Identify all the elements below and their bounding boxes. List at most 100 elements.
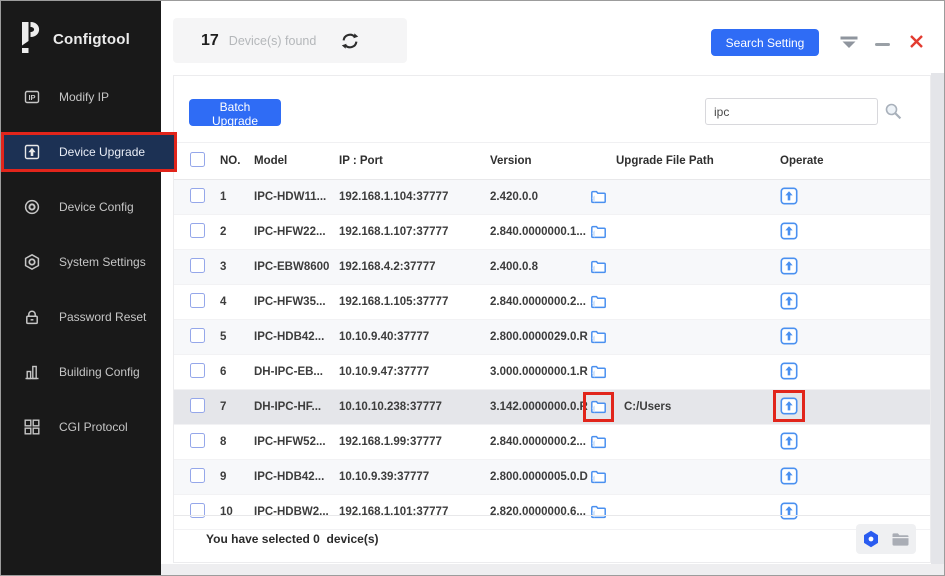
building-config-icon xyxy=(23,363,41,381)
sidebar-item-password-reset[interactable]: Password Reset xyxy=(1,297,161,337)
row-checkbox[interactable] xyxy=(190,433,205,448)
browse-file-button[interactable] xyxy=(590,469,607,485)
table-row[interactable]: 4 IPC-HFW35... 192.168.1.105:37777 2.840… xyxy=(174,285,930,320)
topbar: 17 Device(s) found Search Setting xyxy=(161,1,944,73)
row-ip-port: 10.10.9.39:37777 xyxy=(339,471,490,483)
search-setting-button[interactable]: Search Setting xyxy=(711,29,819,56)
upgrade-device-button[interactable] xyxy=(780,467,798,485)
row-version: 2.400.0.8 xyxy=(490,261,590,273)
browse-file-button[interactable] xyxy=(590,364,607,380)
row-ip-port: 192.168.1.107:37777 xyxy=(339,226,490,238)
row-checkbox[interactable] xyxy=(190,188,205,203)
sidebar-item-modify-ip[interactable]: IP Modify IP xyxy=(1,77,161,117)
search-input[interactable] xyxy=(705,98,878,125)
column-header-model: Model xyxy=(254,155,339,167)
device-config-icon xyxy=(23,198,41,216)
row-number: 4 xyxy=(220,296,254,308)
row-number: 8 xyxy=(220,436,254,448)
table-row[interactable]: 6 DH-IPC-EB... 10.10.9.47:37777 3.000.00… xyxy=(174,355,930,390)
folder-icon[interactable] xyxy=(891,531,910,548)
row-model: IPC-HFW52... xyxy=(254,436,339,448)
upgrade-device-button[interactable] xyxy=(780,222,798,240)
sidebar-item-label: System Settings xyxy=(59,255,146,269)
minimize-icon[interactable] xyxy=(875,43,890,46)
sidebar-nav: IP Modify IP Device Upgrade xyxy=(1,77,161,462)
sidebar-item-building-config[interactable]: Building Config xyxy=(1,352,161,392)
row-number: 5 xyxy=(220,331,254,343)
row-number: 2 xyxy=(220,226,254,238)
browse-file-button[interactable] xyxy=(590,434,607,450)
configtool-window: Configtool IP Modify IP xyxy=(0,0,945,576)
card-footer: You have selected 0 device(s) xyxy=(174,515,930,562)
refresh-icon[interactable] xyxy=(340,31,360,51)
row-checkbox[interactable] xyxy=(190,363,205,378)
table-row[interactable]: 2 IPC-HFW22... 192.168.1.107:37777 2.840… xyxy=(174,215,930,250)
table-row[interactable]: 3 IPC-EBW8600 192.168.4.2:37777 2.400.0.… xyxy=(174,250,930,285)
app-logo: Configtool xyxy=(1,1,161,58)
row-checkbox[interactable] xyxy=(190,223,205,238)
row-ip-port: 192.168.1.104:37777 xyxy=(339,191,490,203)
browse-file-button[interactable] xyxy=(590,329,607,345)
sidebar-item-device-upgrade[interactable]: Device Upgrade xyxy=(1,132,177,172)
browse-file-button[interactable] xyxy=(590,259,607,275)
row-number: 7 xyxy=(220,401,254,413)
table-row[interactable]: 7 DH-IPC-HF... 10.10.10.238:37777 3.142.… xyxy=(174,390,930,425)
row-checkbox[interactable] xyxy=(190,468,205,483)
sidebar-item-system-settings[interactable]: System Settings xyxy=(1,242,161,282)
row-ip-port: 10.10.9.40:37777 xyxy=(339,331,490,343)
system-settings-icon xyxy=(23,253,41,271)
row-model: IPC-HDB42... xyxy=(254,471,339,483)
row-checkbox[interactable] xyxy=(190,258,205,273)
sidebar-item-label: Password Reset xyxy=(59,310,146,324)
app-title: Configtool xyxy=(53,31,130,48)
search-icon[interactable] xyxy=(884,102,903,121)
selection-summary: You have selected 0 device(s) xyxy=(206,532,379,546)
table-row[interactable]: 9 IPC-HDB42... 10.10.9.39:37777 2.800.00… xyxy=(174,460,930,495)
row-version: 2.800.0000029.0.R xyxy=(490,331,590,343)
sidebar-item-label: Device Upgrade xyxy=(59,145,145,159)
upgrade-device-button[interactable] xyxy=(780,187,798,205)
sidebar-item-label: Modify IP xyxy=(59,90,109,104)
row-upgrade-path: C:/Users xyxy=(624,401,671,413)
batch-upgrade-button[interactable]: Batch Upgrade xyxy=(189,99,281,126)
upgrade-device-button[interactable] xyxy=(780,432,798,450)
table-row[interactable]: 1 IPC-HDW11... 192.168.1.104:37777 2.420… xyxy=(174,180,930,215)
row-ip-port: 192.168.1.99:37777 xyxy=(339,436,490,448)
upgrade-device-button[interactable] xyxy=(780,257,798,275)
row-number: 1 xyxy=(220,191,254,203)
column-header-operate: Operate xyxy=(780,155,930,167)
dahua-logo-icon xyxy=(17,21,43,58)
select-all-checkbox[interactable] xyxy=(190,152,205,167)
table-row[interactable]: 8 IPC-HFW52... 192.168.1.99:37777 2.840.… xyxy=(174,425,930,460)
sidebar-item-label: CGI Protocol xyxy=(59,420,128,434)
filter-icon[interactable] xyxy=(840,36,858,55)
row-number: 6 xyxy=(220,366,254,378)
upgrade-device-button[interactable] xyxy=(780,362,798,380)
browse-file-button[interactable] xyxy=(590,224,607,240)
close-icon[interactable] xyxy=(909,34,924,54)
row-checkbox[interactable] xyxy=(190,293,205,308)
browse-file-button[interactable] xyxy=(583,392,614,422)
browse-file-button[interactable] xyxy=(590,294,607,310)
settings-hexagon-icon[interactable] xyxy=(862,530,880,548)
row-version: 2.420.0.0 xyxy=(490,191,590,203)
row-number: 9 xyxy=(220,471,254,483)
table-row[interactable]: 5 IPC-HDB42... 10.10.9.40:37777 2.800.00… xyxy=(174,320,930,355)
device-upgrade-panel: Batch Upgrade NO. Model IP : Port Ver xyxy=(173,75,931,563)
upgrade-device-button[interactable] xyxy=(773,390,805,422)
row-checkbox[interactable] xyxy=(190,398,205,413)
sidebar: Configtool IP Modify IP xyxy=(1,1,161,575)
upgrade-device-button[interactable] xyxy=(780,292,798,310)
upgrade-device-button[interactable] xyxy=(780,327,798,345)
browse-file-button[interactable] xyxy=(590,189,607,205)
row-model: IPC-HFW35... xyxy=(254,296,339,308)
row-number: 3 xyxy=(220,261,254,273)
table-header: NO. Model IP : Port Version Upgrade File… xyxy=(174,142,930,180)
password-reset-icon xyxy=(23,308,41,326)
footer-icon-group xyxy=(856,524,916,554)
sidebar-item-device-config[interactable]: Device Config xyxy=(1,187,161,227)
row-checkbox[interactable] xyxy=(190,328,205,343)
sidebar-item-cgi-protocol[interactable]: CGI Protocol xyxy=(1,407,161,447)
main-area: 17 Device(s) found Search Setting xyxy=(161,1,944,575)
sidebar-item-label: Building Config xyxy=(59,365,140,379)
